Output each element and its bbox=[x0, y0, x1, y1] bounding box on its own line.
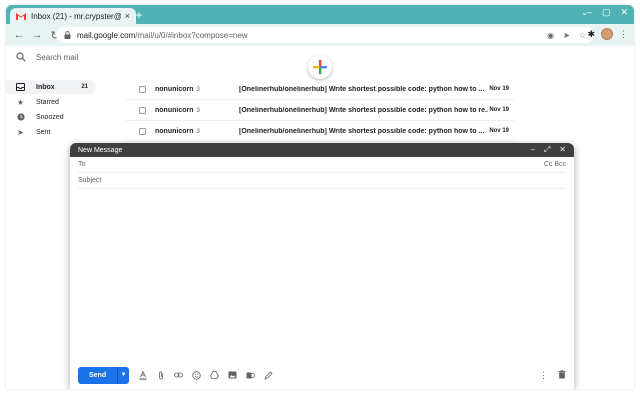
attach-file-icon[interactable] bbox=[156, 370, 165, 380]
sidebar-item-snoozed[interactable]: Snoozed bbox=[6, 110, 96, 124]
send-button[interactable]: Send ▼ bbox=[78, 366, 130, 384]
browser-menu-icon[interactable]: ⋮ bbox=[619, 29, 628, 40]
cc-bcc-link[interactable]: Cc Bcc bbox=[544, 161, 566, 168]
sidebar-item-label: Sent bbox=[36, 128, 51, 136]
email-date: Nov 19 bbox=[489, 86, 509, 92]
email-row[interactable]: nonunicorn 3 [Onelinerhub/onelinerhub] Wr… bbox=[126, 100, 514, 121]
subject-label: Subject bbox=[78, 177, 102, 184]
window-controls: – ▢ ✕ bbox=[587, 7, 628, 18]
sender-name: nonunicorn bbox=[155, 106, 194, 114]
email-sender: nonunicorn 3 bbox=[155, 86, 239, 93]
sidebar-item-label: Starred bbox=[36, 98, 59, 106]
send-label: Send bbox=[89, 371, 107, 379]
compose-button[interactable] bbox=[308, 55, 332, 79]
discard-trash-icon[interactable] bbox=[558, 369, 566, 381]
close-compose-icon[interactable]: ✕ bbox=[559, 145, 566, 155]
email-list: nonunicorn 3 [Onelinerhub/onelinerhub] Wr… bbox=[126, 79, 514, 142]
compose-more-actions: ⋮ bbox=[539, 370, 566, 381]
email-subject: [Onelinerhub/onelinerhub] Write shortest… bbox=[239, 85, 485, 93]
share-send-icon[interactable]: ➤ bbox=[563, 31, 570, 40]
email-row[interactable]: nonunicorn 3 [Onelinerhub/onelinerhub] Wr… bbox=[126, 79, 514, 100]
gmail-favicon-icon bbox=[16, 12, 26, 20]
compose-title: New Message bbox=[78, 146, 123, 154]
address-bar[interactable]: mail.google.com/mail/u/0/#inbox?compose=… bbox=[56, 27, 594, 43]
email-sender: nonunicorn 3 bbox=[155, 107, 239, 114]
compose-window: New Message – ⤢ ✕ To Cc Bcc Subject Send… bbox=[70, 143, 574, 389]
thread-count: 3 bbox=[196, 86, 200, 93]
tab-strip: Inbox (21) - mr.crypster@ × + ⌄ – ▢ ✕ bbox=[6, 5, 634, 24]
email-checkbox[interactable] bbox=[139, 85, 146, 93]
email-checkbox[interactable] bbox=[139, 127, 146, 135]
insert-photo-icon[interactable] bbox=[228, 371, 237, 380]
star-icon: ★ bbox=[16, 97, 25, 107]
signature-pen-icon[interactable] bbox=[264, 370, 273, 380]
sidebar-item-label: Inbox bbox=[36, 83, 55, 91]
insert-link-icon[interactable] bbox=[174, 371, 184, 380]
send-options-chevron-icon[interactable]: ▼ bbox=[117, 366, 129, 384]
compose-header[interactable]: New Message – ⤢ ✕ bbox=[70, 143, 574, 157]
compose-toolbar: Send ▼ ⋮ bbox=[70, 361, 574, 389]
email-sender: nonunicorn 3 bbox=[155, 128, 239, 135]
to-field[interactable]: To Cc Bcc bbox=[78, 157, 566, 173]
sidebar-item-starred[interactable]: ★ Starred bbox=[6, 95, 96, 109]
unread-count-badge: 21 bbox=[81, 84, 88, 90]
new-tab-button[interactable]: + bbox=[132, 8, 146, 22]
email-subject: [Onelinerhub/onelinerhub] Write shortest… bbox=[239, 106, 488, 114]
browser-window: Inbox (21) - mr.crypster@ × + ⌄ – ▢ ✕ ← … bbox=[6, 5, 634, 389]
sidebar: Inbox 21 ★ Starred Snoozed ➤ Sent bbox=[6, 80, 96, 140]
send-icon: ➤ bbox=[17, 127, 24, 137]
thread-count: 3 bbox=[196, 128, 200, 135]
emoji-icon[interactable] bbox=[192, 370, 201, 380]
back-icon[interactable]: ← bbox=[12, 28, 26, 42]
lock-icon bbox=[64, 31, 71, 39]
compose-controls: – ⤢ ✕ bbox=[530, 145, 566, 155]
browser-toolbar: ← → ↻ mail.google.com/mail/u/0/#inbox?co… bbox=[6, 24, 634, 46]
minimize-icon[interactable]: – bbox=[587, 7, 592, 18]
extension-area: ✱ ⋮ bbox=[587, 28, 628, 40]
to-label: To bbox=[78, 161, 86, 168]
tab-close-icon[interactable]: × bbox=[125, 11, 130, 21]
clock-icon bbox=[16, 113, 25, 122]
message-body[interactable] bbox=[70, 189, 574, 353]
drive-icon[interactable] bbox=[210, 371, 220, 380]
email-row[interactable]: nonunicorn 3 [Onelinerhub/onelinerhub] Wr… bbox=[126, 121, 514, 142]
forward-icon[interactable]: → bbox=[30, 28, 44, 42]
url-host: mail.google.com bbox=[77, 30, 136, 40]
sender-name: nonunicorn bbox=[155, 127, 194, 135]
email-date: Nov 19 bbox=[489, 128, 509, 134]
confidential-mode-icon[interactable] bbox=[246, 371, 256, 380]
thread-count: 3 bbox=[196, 107, 200, 114]
window-close-icon[interactable]: ✕ bbox=[620, 7, 628, 18]
url-text: mail.google.com/mail/u/0/#inbox?compose=… bbox=[77, 31, 538, 40]
tab-title: Inbox (21) - mr.crypster@ bbox=[31, 11, 121, 21]
email-date: Nov 19 bbox=[489, 107, 509, 113]
search-input[interactable]: Search mail bbox=[36, 53, 78, 62]
sidebar-item-label: Snoozed bbox=[36, 113, 64, 121]
url-path: /mail/u/0/#inbox?compose=new bbox=[135, 30, 248, 40]
fullscreen-compose-icon[interactable]: ⤢ bbox=[544, 145, 550, 155]
inbox-icon bbox=[16, 83, 25, 92]
eye-icon[interactable]: ◉ bbox=[547, 31, 554, 40]
search-icon[interactable] bbox=[16, 52, 26, 62]
plus-multicolor-icon bbox=[313, 60, 327, 74]
email-checkbox[interactable] bbox=[139, 106, 146, 114]
subject-field[interactable]: Subject bbox=[78, 173, 566, 189]
bookmark-star-icon[interactable]: ☆ bbox=[579, 31, 586, 40]
sender-name: nonunicorn bbox=[155, 85, 194, 93]
extensions-puzzle-icon[interactable]: ✱ bbox=[587, 29, 595, 40]
sidebar-item-inbox[interactable]: Inbox 21 bbox=[6, 80, 96, 94]
minimize-compose-icon[interactable]: – bbox=[530, 145, 534, 155]
browser-tab-inbox[interactable]: Inbox (21) - mr.crypster@ × bbox=[10, 8, 136, 24]
profile-avatar[interactable] bbox=[601, 28, 613, 40]
maximize-icon[interactable]: ▢ bbox=[602, 7, 611, 18]
email-subject: [Onelinerhub/onelinerhub] Write shortest… bbox=[239, 127, 485, 135]
sidebar-item-sent[interactable]: ➤ Sent bbox=[6, 125, 96, 139]
more-options-icon[interactable]: ⋮ bbox=[539, 370, 548, 381]
text-format-icon[interactable] bbox=[138, 370, 147, 380]
